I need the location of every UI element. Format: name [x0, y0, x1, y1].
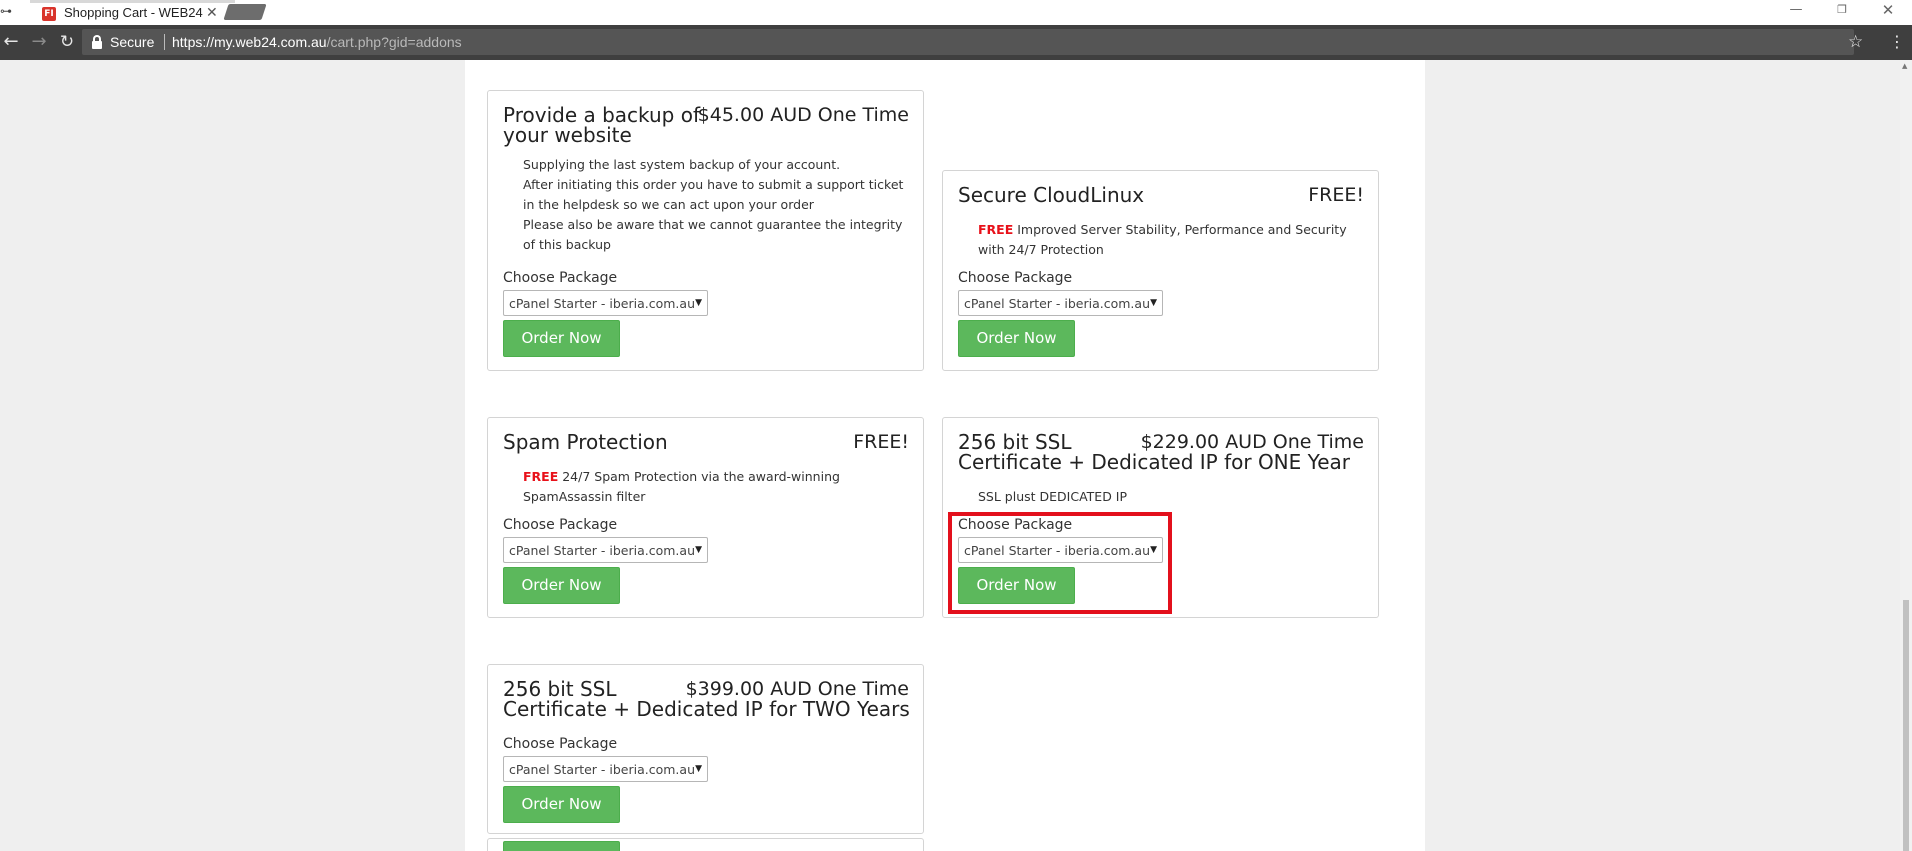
- dropdown-arrow-icon: ▼: [1150, 298, 1157, 308]
- addon-card-partial: [487, 838, 924, 851]
- back-arrow-icon[interactable]: ←: [0, 31, 22, 53]
- addon-name: Secure CloudLinux: [958, 183, 1145, 207]
- addon-price: $45.00 AUD One Time: [697, 104, 909, 126]
- addon-card-backup: Provide a backup of your website $45.00 …: [487, 90, 924, 371]
- addon-price: FREE!: [853, 431, 909, 453]
- address-separator: [164, 34, 165, 50]
- choose-package-label: Choose Package: [503, 517, 618, 533]
- addon-name-line2: your website: [503, 123, 632, 147]
- addon-description-line: with 24/7 Protection: [978, 242, 1104, 257]
- addon-description-line: Supplying the last system backup of your…: [523, 157, 841, 172]
- minimize-icon[interactable]: —: [1773, 0, 1819, 22]
- secure-label: Secure: [110, 34, 155, 50]
- forward-arrow-icon[interactable]: →: [28, 31, 50, 53]
- addon-description-line: FREE 24/7 Spam Protection via the award-…: [523, 467, 840, 487]
- package-select-value: cPanel Starter - iberia.com.au: [509, 543, 695, 558]
- addon-description-line: Please also be aware that we cannot guar…: [523, 217, 903, 232]
- addon-price: $399.00 AUD One Time: [685, 678, 909, 700]
- package-select[interactable]: cPanel Starter - iberia.com.au ▼: [503, 537, 708, 563]
- package-select[interactable]: cPanel Starter - iberia.com.au ▼: [503, 756, 708, 782]
- addon-price: $229.00 AUD One Time: [1140, 431, 1364, 453]
- addon-description-text: 24/7 Spam Protection via the award-winni…: [558, 469, 840, 484]
- package-select[interactable]: cPanel Starter - iberia.com.au ▼: [958, 290, 1163, 316]
- tab-close-icon[interactable]: ✕: [206, 4, 218, 22]
- package-select-value: cPanel Starter - iberia.com.au: [509, 762, 695, 777]
- package-select-value: cPanel Starter - iberia.com.au: [964, 296, 1150, 311]
- choose-package-label: Choose Package: [958, 270, 1073, 286]
- addon-name-line2: Certificate + Dedicated IP for ONE Year: [958, 450, 1350, 474]
- lock-icon: [92, 35, 102, 49]
- url-path: /cart.php?gid=addons: [326, 34, 462, 50]
- url-text[interactable]: https://my.web24.com.au/cart.php?gid=add…: [172, 32, 462, 52]
- choose-package-label: Choose Package: [503, 270, 618, 286]
- order-now-button[interactable]: Order Now: [958, 320, 1075, 357]
- reload-icon[interactable]: ↻: [56, 31, 78, 53]
- restore-icon[interactable]: ❐: [1819, 0, 1865, 22]
- browser-tab[interactable]: FI Shopping Cart - WEB24 ✕: [30, 0, 235, 25]
- addon-card-ssl-two-years: 256 bit SSL Certificate + Dedicated IP f…: [487, 664, 924, 834]
- menu-icon[interactable]: ⋮: [1889, 31, 1905, 53]
- page-viewport: Provide a backup of your website $45.00 …: [0, 60, 1900, 851]
- scrollbar-thumb[interactable]: [1903, 600, 1909, 851]
- addon-description-line: of this backup: [523, 237, 611, 252]
- addon-price: FREE!: [1308, 184, 1364, 206]
- incognito-icon: ⊶: [0, 4, 12, 18]
- new-tab-button[interactable]: [223, 4, 267, 20]
- tab-title: Shopping Cart - WEB24: [64, 5, 203, 20]
- order-now-button[interactable]: Order Now: [503, 786, 620, 823]
- addon-description-line: FREE Improved Server Stability, Performa…: [978, 220, 1347, 240]
- addon-name: Spam Protection: [503, 430, 668, 454]
- dropdown-arrow-icon: ▼: [695, 764, 702, 774]
- addon-description-line: SSL plust DEDICATED IP: [978, 489, 1128, 504]
- scroll-up-arrow-icon[interactable]: ▲: [1902, 62, 1907, 70]
- page-scrollbar[interactable]: ▲: [1900, 60, 1912, 851]
- addon-name: Provide a backup of: [503, 103, 701, 127]
- order-now-button-partial[interactable]: [503, 841, 620, 851]
- addon-name: 256 bit SSL: [958, 430, 1072, 454]
- order-now-button[interactable]: Order Now: [503, 567, 620, 604]
- window-close-icon[interactable]: ✕: [1865, 0, 1911, 22]
- free-tag: FREE: [978, 222, 1014, 237]
- free-tag: FREE: [523, 469, 559, 484]
- package-select-value: cPanel Starter - iberia.com.au: [509, 296, 695, 311]
- addon-description-line: After initiating this order you have to …: [523, 177, 904, 192]
- addon-name-line2: Certificate + Dedicated IP for TWO Years: [503, 697, 910, 721]
- addon-card-spam-protection: Spam Protection FREE! FREE 24/7 Spam Pro…: [487, 417, 924, 618]
- url-host: https://my.web24.com.au: [172, 34, 327, 50]
- site-favicon-icon: FI: [42, 7, 56, 21]
- package-select[interactable]: cPanel Starter - iberia.com.au ▼: [503, 290, 708, 316]
- address-bar[interactable]: Secure https://my.web24.com.au/cart.php?…: [82, 29, 1863, 55]
- tab-strip: ⊶ FI Shopping Cart - WEB24 ✕ — ❐ ✕: [0, 0, 1912, 25]
- browser-toolbar: ← → ↻ Secure https://my.web24.com.au/car…: [0, 25, 1912, 60]
- content-panel: Provide a backup of your website $45.00 …: [465, 60, 1425, 851]
- dropdown-arrow-icon: ▼: [695, 545, 702, 555]
- bookmark-star-icon[interactable]: ☆: [1848, 31, 1863, 53]
- highlight-annotation: [948, 512, 1172, 614]
- addon-card-cloudlinux: Secure CloudLinux FREE! FREE Improved Se…: [942, 170, 1379, 371]
- addon-description-text: Improved Server Stability, Performance a…: [1013, 222, 1347, 237]
- addon-description-line: SpamAssassin filter: [523, 489, 646, 504]
- dropdown-arrow-icon: ▼: [695, 298, 702, 308]
- order-now-button[interactable]: Order Now: [503, 320, 620, 357]
- addon-description-line: in the helpdesk so we can act upon your …: [523, 197, 814, 212]
- addon-name: 256 bit SSL: [503, 677, 617, 701]
- choose-package-label: Choose Package: [503, 736, 618, 752]
